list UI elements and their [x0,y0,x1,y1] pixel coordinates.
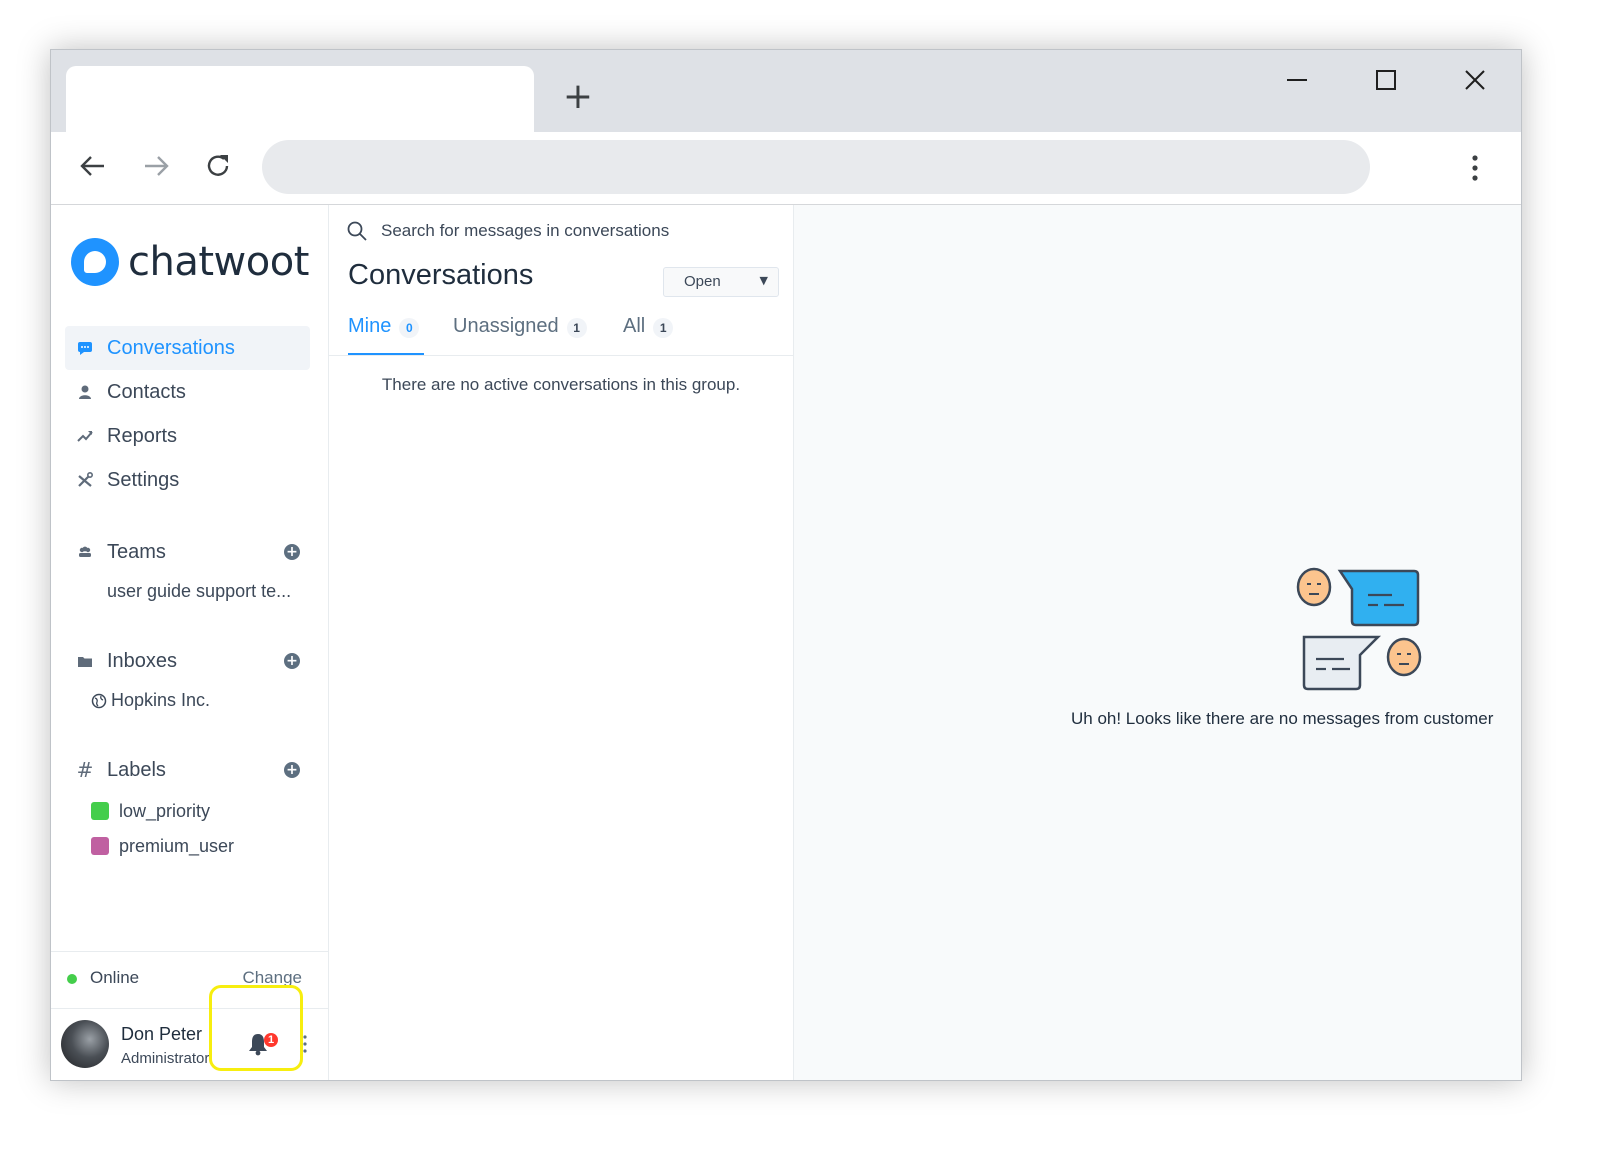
sidebar-item-inbox[interactable]: Hopkins Inc. [91,690,210,711]
add-label-button[interactable]: + [284,762,300,778]
status-filter-select[interactable]: Open ▼ [663,267,779,297]
tab-label: Mine [348,315,392,337]
no-messages-text: Uh oh! Looks like there are no messages … [1071,709,1494,728]
trend-icon [77,428,93,444]
tab-count-badge: 1 [653,318,674,338]
user-role: Administrator [121,1050,210,1067]
tab-all[interactable]: All 1 [623,315,674,355]
sidebar-item-conversations[interactable]: Conversations [65,326,310,370]
sidebar-item-team[interactable]: user guide support te... [107,581,291,602]
hash-icon: # [76,758,94,782]
maximize-icon [1376,70,1396,90]
sidebar-label-low-priority[interactable]: low_priority [91,800,210,822]
inbox-name: Hopkins Inc. [111,690,211,710]
conversation-detail-panel: Uh oh! Looks like there are no messages … [794,205,1521,1080]
tab-mine[interactable]: Mine 0 [348,315,424,355]
label-color-swatch [91,837,109,855]
sidebar-item-settings[interactable]: Settings [65,458,310,502]
sidebar-item-label: Conversations [107,336,235,359]
team-icon [77,544,93,560]
profile-menu-button[interactable] [303,1034,307,1054]
section-labels: # Labels + [65,754,310,786]
status-text: Online [90,968,140,987]
more-vertical-icon [303,1035,307,1053]
close-window-button[interactable] [1455,64,1495,96]
reload-button[interactable] [202,150,238,186]
person-icon [77,384,93,400]
browser-menu-button[interactable] [1459,150,1491,186]
sidebar-item-contacts[interactable]: Contacts [65,370,310,414]
empty-conversations-message: There are no active conversations in thi… [381,375,741,394]
sidebar-item-label: Settings [107,468,180,491]
minimize-button[interactable] [1277,64,1317,96]
browser-window: + chatwoot Conversations Contacts Report… [50,49,1522,1081]
tab-unassigned[interactable]: Unassigned 1 [453,315,587,355]
section-title: Labels [107,758,166,781]
add-inbox-button[interactable]: + [284,653,300,669]
highlight-annotation [209,985,303,1071]
arrow-left-icon [80,156,104,176]
sidebar-item-label: Reports [107,424,178,447]
status-filter-value: Open [684,273,721,290]
label-name: premium_user [119,835,235,856]
chatwoot-app: chatwoot Conversations Contacts Reports [51,205,1521,1080]
conversation-list-panel: Conversations Open ▼ Mine 0 Unassigned 1… [329,205,794,1080]
sidebar-label-premium-user[interactable]: premium_user [91,835,234,857]
label-name: low_priority [119,800,211,821]
maximize-button[interactable] [1366,64,1406,96]
avatar[interactable] [61,1020,109,1068]
browser-toolbar [51,132,1521,205]
section-title: Inboxes [107,649,178,672]
section-teams: Teams + [65,536,310,568]
chatwoot-logo-icon [71,238,119,286]
chat-icon [77,340,93,356]
back-button[interactable] [77,150,113,186]
tab-count-badge: 1 [566,318,587,338]
no-messages-illustration [1296,567,1422,691]
sidebar-item-label: Contacts [107,380,186,403]
folder-icon [77,653,93,669]
user-name: Don Peter [121,1024,203,1044]
minimize-icon [1287,79,1307,81]
tab-strip: + [51,50,1521,132]
reload-icon [207,155,229,176]
arrow-right-icon [145,156,169,176]
conversation-tabs: Mine 0 Unassigned 1 All 1 [329,305,793,356]
globe-icon [91,693,107,709]
section-inboxes: Inboxes + [65,645,310,677]
tab-count-badge: 0 [399,318,420,338]
tab-label: All [623,315,646,337]
address-bar[interactable] [262,140,1370,194]
logo[interactable]: chatwoot [71,237,309,287]
sidebar-item-reports[interactable]: Reports [65,414,310,458]
sidebar: chatwoot Conversations Contacts Reports [51,205,329,1080]
new-tab-button[interactable]: + [561,79,595,115]
page-title: Conversations [348,259,534,291]
forward-button[interactable] [140,150,176,186]
add-team-button[interactable]: + [284,544,300,560]
close-icon [1465,70,1485,90]
section-title: Teams [107,540,166,563]
tools-icon [77,472,93,488]
kebab-menu-icon [1472,155,1478,181]
search-input[interactable] [373,215,789,247]
caret-down-icon: ▼ [759,274,768,287]
status-dot [67,974,77,984]
label-color-swatch [91,802,109,820]
brand-name: chatwoot [128,239,309,285]
search-icon [347,221,367,241]
tab-label: Unassigned [453,315,559,337]
browser-tab[interactable] [66,66,534,132]
